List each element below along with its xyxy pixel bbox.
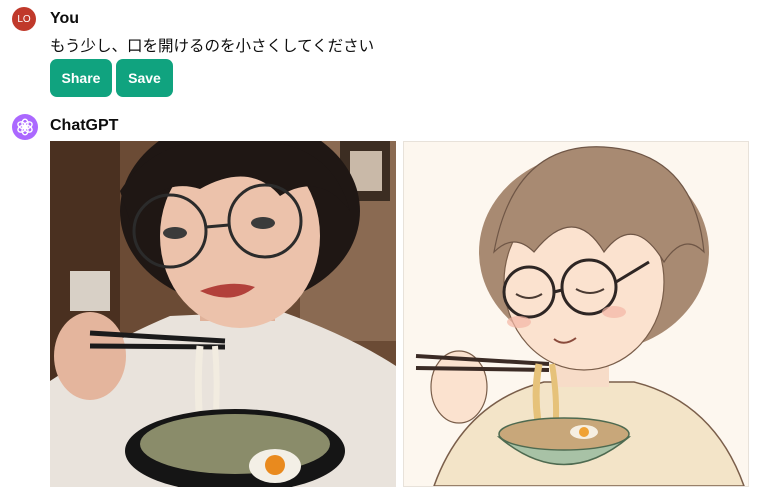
generated-image-illustration[interactable] (403, 141, 749, 487)
share-button[interactable]: Share (50, 59, 112, 97)
openai-flower-icon (17, 118, 33, 136)
assistant-name: ChatGPT (50, 117, 119, 134)
user-name: You (50, 10, 80, 27)
generated-image-photo[interactable] (50, 141, 396, 487)
user-message: もう少し、口を開けるのを小さくしてください (50, 37, 375, 55)
save-button[interactable]: Save (116, 59, 173, 97)
user-avatar: LO (12, 7, 36, 31)
chatgpt-avatar (12, 114, 38, 140)
